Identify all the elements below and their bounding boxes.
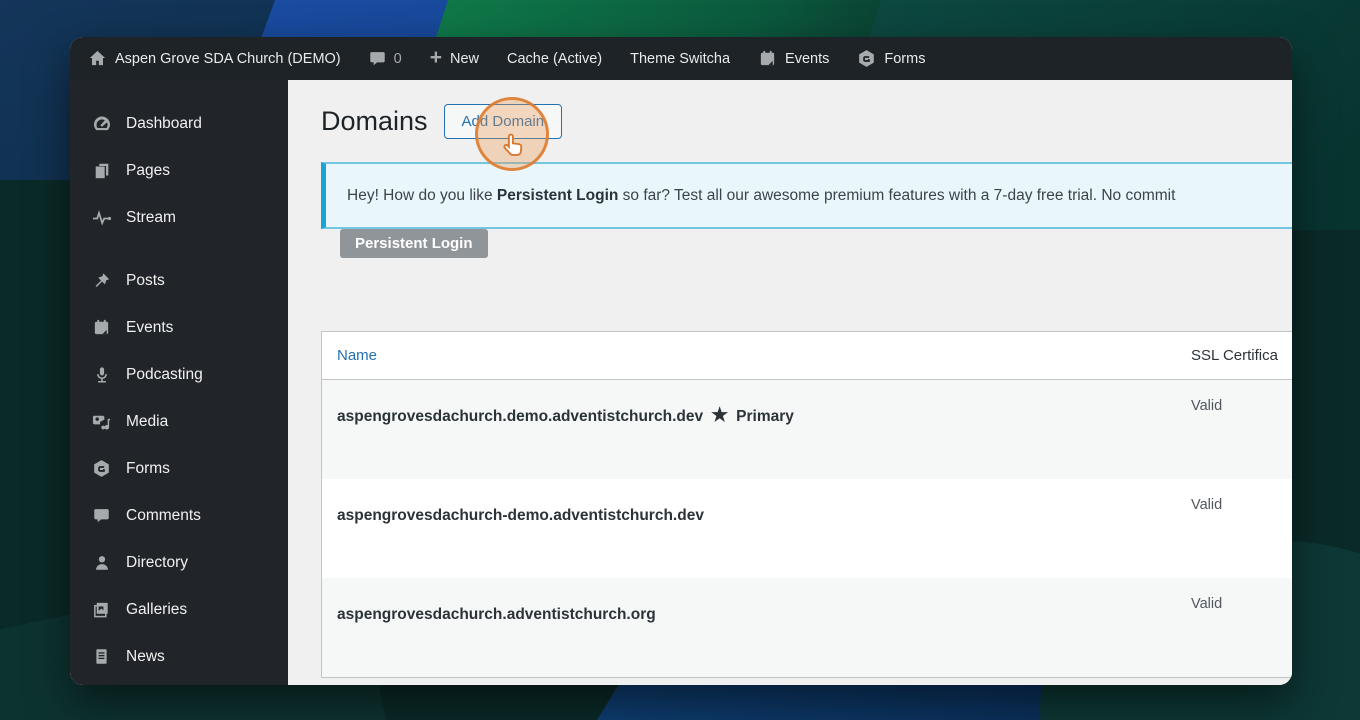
sidebar-item-directory[interactable]: Directory — [70, 539, 288, 586]
sidebar-label: Comments — [126, 506, 201, 524]
adminbar-cache[interactable]: Cache (Active) — [493, 51, 616, 67]
domain-name: aspengrovesdachurch.demo.adventistchurch… — [337, 408, 704, 425]
comments-icon — [369, 50, 386, 67]
sidebar-label: Posts — [126, 271, 165, 289]
sidebar-item-stream[interactable]: Stream — [70, 194, 288, 241]
domain-name: aspengrovesdachurch.adventistchurch.org — [337, 606, 656, 623]
ssl-status: Valid — [1191, 398, 1223, 414]
adminbar-new-button[interactable]: + New — [416, 46, 493, 69]
sidebar-item-podcasting[interactable]: Podcasting — [70, 351, 288, 398]
sidebar-label: Podcasting — [126, 365, 203, 383]
table-row[interactable]: aspengrovesdachurch.adventistchurch.org … — [322, 578, 1292, 677]
table-row[interactable]: aspengrovesdachurch.demo.adventistchurch… — [322, 380, 1292, 479]
admin-bar: Aspen Grove SDA Church (DEMO) 0 + New Ca… — [70, 37, 1292, 80]
main-content: Domains Add Domain Hey! How do you like … — [288, 80, 1292, 685]
sidebar-item-forms[interactable]: Forms — [70, 445, 288, 492]
gauge-icon — [91, 114, 112, 134]
sidebar-label: Forms — [126, 459, 170, 477]
sidebar-label: Directory — [126, 553, 189, 571]
table-header-row: Name SSL Certifica — [322, 332, 1292, 380]
sidebar-label: News — [126, 647, 165, 665]
document-icon — [91, 648, 112, 665]
sidebar-item-dashboard[interactable]: Dashboard — [70, 100, 288, 147]
domain-name: aspengrovesdachurch-demo.adventistchurch… — [337, 507, 704, 524]
cache-label: Cache (Active) — [507, 50, 603, 67]
home-icon — [88, 49, 107, 68]
star-icon: ★ — [711, 405, 729, 426]
sidebar-item-comments[interactable]: Comments — [70, 492, 288, 539]
adminbar-comments[interactable]: 0 — [355, 50, 416, 67]
adminbar-site-menu[interactable]: Aspen Grove SDA Church (DEMO) — [88, 49, 355, 68]
persistent-login-notice: Hey! How do you like Persistent Login so… — [321, 162, 1292, 229]
pulse-icon — [91, 208, 112, 228]
adminbar-forms[interactable]: Forms — [843, 49, 939, 68]
sidebar-item-media[interactable]: Media — [70, 398, 288, 445]
ssl-status: Valid — [1191, 497, 1223, 513]
sidebar-group-separator — [70, 241, 288, 257]
add-domain-button[interactable]: Add Domain — [443, 104, 563, 139]
theme-switcher-label: Theme Switcha — [630, 50, 731, 67]
domains-table: Name SSL Certifica aspengrovesdachurch.d… — [321, 331, 1292, 678]
adminbar-theme-switcher[interactable]: Theme Switcha — [616, 51, 744, 67]
calendar-icon — [758, 49, 777, 68]
hexagon-g-icon — [857, 49, 876, 68]
persistent-login-badge: Persistent Login — [340, 229, 488, 258]
sidebar-label: Media — [126, 412, 169, 430]
comments-icon — [91, 507, 112, 524]
person-icon — [91, 554, 112, 572]
notice-plugin-name: Persistent Login — [496, 186, 619, 204]
pushpin-icon — [91, 272, 112, 290]
notice-text-prefix: Hey! How do you like — [347, 186, 497, 204]
calendar-icon — [91, 318, 112, 337]
media-icon — [91, 412, 112, 431]
admin-sidebar: Dashboard Pages Stream Posts Events Podc… — [70, 80, 288, 685]
sidebar-item-posts[interactable]: Posts — [70, 257, 288, 304]
comment-count: 0 — [393, 50, 402, 67]
pages-icon — [91, 162, 112, 180]
sidebar-label: Stream — [126, 208, 176, 226]
gallery-icon — [91, 600, 112, 619]
notice-text-suffix: so far? Test all our awesome premium fea… — [618, 186, 1176, 204]
hexagon-g-icon — [91, 459, 112, 478]
column-header-name[interactable]: Name — [322, 332, 1191, 379]
sidebar-label: Dashboard — [126, 114, 202, 132]
plus-icon: + — [429, 46, 442, 69]
events-label: Events — [785, 50, 830, 67]
sidebar-label: Galleries — [126, 600, 188, 618]
page-title: Domains — [321, 106, 428, 136]
primary-label: Primary — [736, 408, 794, 425]
column-header-ssl: SSL Certifica — [1191, 347, 1278, 364]
sidebar-label: Events — [126, 318, 174, 336]
sidebar-item-galleries[interactable]: Galleries — [70, 586, 288, 633]
adminbar-events[interactable]: Events — [744, 49, 843, 68]
ssl-status: Valid — [1191, 596, 1223, 612]
wordpress-admin-window: Aspen Grove SDA Church (DEMO) 0 + New Ca… — [70, 37, 1292, 685]
table-row[interactable]: aspengrovesdachurch-demo.adventistchurch… — [322, 479, 1292, 578]
forms-label: Forms — [884, 50, 926, 67]
decorative-background: Aspen Grove SDA Church (DEMO) 0 + New Ca… — [0, 0, 1360, 720]
sidebar-label: Pages — [126, 161, 170, 179]
sidebar-item-news[interactable]: News — [70, 633, 288, 680]
sidebar-item-events[interactable]: Events — [70, 304, 288, 351]
new-label: New — [449, 50, 479, 67]
sidebar-item-pages[interactable]: Pages — [70, 147, 288, 194]
site-name: Aspen Grove SDA Church (DEMO) — [115, 50, 341, 67]
microphone-icon — [91, 366, 112, 384]
